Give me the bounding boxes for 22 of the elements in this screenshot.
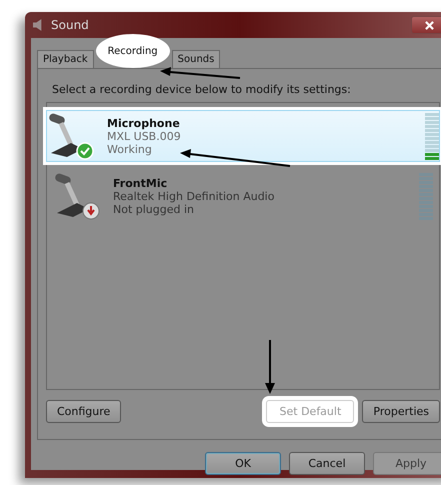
device-status: Not plugged in bbox=[113, 202, 194, 216]
tab[interactable]: Recording bbox=[96, 34, 170, 68]
dialog-button[interactable]: OK bbox=[205, 452, 281, 475]
speaker-icon bbox=[33, 19, 43, 31]
dialog-button[interactable]: Properties bbox=[362, 400, 440, 423]
window-title: Sound bbox=[51, 18, 89, 32]
dialog-button[interactable]: Configure bbox=[46, 400, 122, 423]
instruction-text: Select a recording device below to modify its settings: bbox=[52, 83, 352, 96]
device-item[interactable]: Microphone MXL USB.009 Working bbox=[43, 107, 441, 165]
device-status: Working bbox=[107, 142, 152, 156]
close-icon bbox=[424, 20, 434, 30]
dialog-button[interactable]: Cancel bbox=[289, 452, 365, 475]
device-description: Realtek High Definition Audio bbox=[113, 190, 274, 202]
device-name: FrontMic bbox=[113, 176, 168, 190]
tab[interactable]: Playback bbox=[37, 50, 94, 68]
device-item[interactable]: FrontMic Realtek High Definition Audio Not plugged in bbox=[47, 167, 439, 225]
arrow bbox=[265, 340, 275, 394]
device-description: MXL USB.009 bbox=[107, 130, 181, 142]
device-name: Microphone bbox=[107, 116, 180, 130]
tab[interactable]: Sounds bbox=[172, 50, 220, 68]
level-meter bbox=[425, 112, 439, 160]
close-button[interactable] bbox=[411, 16, 441, 34]
